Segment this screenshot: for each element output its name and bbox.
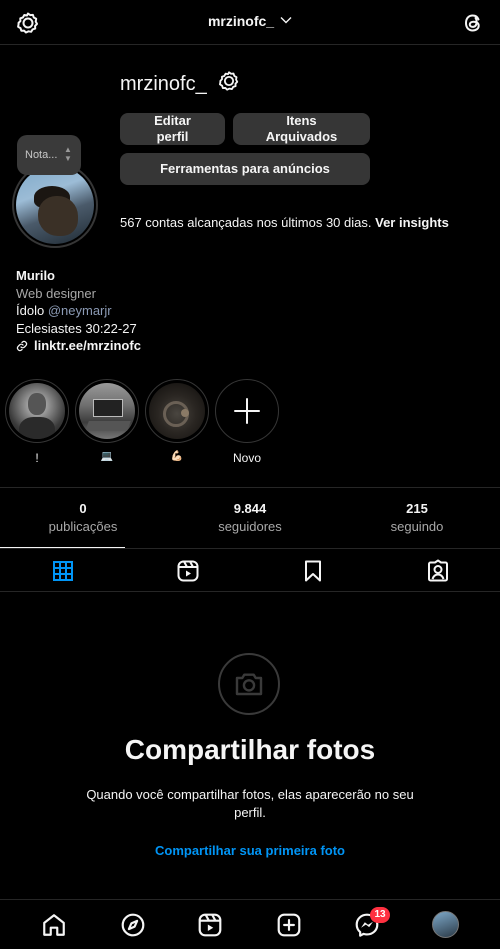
highlight-2-label: 💻 — [100, 451, 114, 462]
profile-username: mrzinofc_ — [120, 73, 207, 95]
edit-profile-label-1: Editar — [154, 113, 191, 128]
camera-icon — [235, 673, 263, 696]
bio-link[interactable]: linktr.ee/mrzinofc — [16, 337, 141, 355]
bio-link-text: linktr.ee/mrzinofc — [34, 338, 141, 353]
new-highlight[interactable]: Novo — [215, 379, 279, 465]
explore-icon[interactable] — [120, 912, 146, 938]
followers-count: 9.844 — [233, 501, 267, 516]
share-first-photo-link[interactable]: Compartilhar sua primeira foto — [0, 843, 500, 858]
edit-profile-label-2: perfil — [156, 129, 189, 144]
highlight-3[interactable]: 💪🏻 — [145, 379, 209, 465]
bottom-nav — [0, 899, 500, 949]
ad-tools-button[interactable]: Ferramentas para anúncios — [120, 153, 370, 185]
tagged-icon[interactable] — [426, 559, 450, 583]
profile-stats: 0 publicações 9.844 seguidores 215 segui… — [0, 487, 500, 548]
followers-stat[interactable]: 9.844 seguidores — [167, 500, 333, 536]
avatar-image — [16, 166, 94, 244]
empty-state-title: Compartilhar fotos — [124, 734, 376, 765]
highlight-3-image — [149, 383, 205, 439]
home-icon[interactable] — [41, 912, 67, 938]
archived-items-button[interactable]: Itens Arquivados — [233, 113, 370, 145]
ad-tools-label: Ferramentas para anúncios — [160, 161, 330, 176]
top-bar: mrzinofc_ — [0, 0, 500, 45]
followers-label: seguidores — [218, 519, 282, 534]
messages-badge: 13 — [370, 907, 390, 923]
highlight-2[interactable]: 💻 — [75, 379, 139, 465]
saved-icon[interactable] — [301, 559, 325, 583]
empty-state-subtitle: Quando você compartilhar fotos, elas apa… — [60, 786, 440, 822]
threads-icon[interactable] — [461, 11, 485, 35]
top-username: mrzinofc_ — [207, 13, 275, 29]
posts-count: 0 — [79, 501, 87, 516]
following-count: 215 — [406, 501, 428, 516]
camera-circle — [218, 653, 280, 715]
highlight-1-label: ! — [35, 451, 39, 465]
reels-nav-icon[interactable] — [197, 912, 223, 938]
posts-label: publicações — [48, 519, 118, 534]
bio-verse: Eclesiastes 30:22-27 — [16, 320, 137, 336]
following-label: seguindo — [390, 519, 444, 534]
highlight-1-image — [9, 383, 65, 439]
highlight-1[interactable]: ! — [5, 379, 69, 465]
highlight-2-image — [79, 383, 135, 439]
display-name: Murilo — [16, 268, 55, 283]
posts-stat[interactable]: 0 publicações — [0, 500, 166, 536]
note-stepper-icon: ▲ ▼ — [64, 145, 72, 163]
reels-icon[interactable] — [176, 559, 200, 583]
reach-summary: 567 contas alcançadas nos últimos 30 dia… — [120, 215, 449, 230]
settings-gear-icon[interactable] — [218, 70, 240, 92]
plus-icon — [234, 398, 260, 424]
category-label: Web designer — [16, 285, 96, 301]
archive-label-2: Arquivados — [265, 129, 338, 144]
archive-label-1: Itens — [286, 113, 317, 128]
link-icon — [16, 340, 28, 352]
following-stat[interactable]: 215 seguindo — [334, 500, 500, 536]
grid-icon[interactable] — [51, 559, 75, 583]
empty-subtitle-line-1: Quando você compartilhar fotos, elas apa… — [86, 787, 414, 802]
new-highlight-label: Novo — [232, 451, 261, 465]
mention-link[interactable]: @neymarjr — [48, 303, 112, 318]
profile-nav-avatar[interactable] — [432, 911, 459, 938]
highlight-3-label: 💪🏻 — [170, 451, 184, 462]
idol-prefix: Ídolo — [16, 303, 45, 318]
create-post-icon[interactable] — [276, 912, 302, 938]
edit-profile-button[interactable]: Editar perfil — [120, 113, 225, 145]
chevron-down-icon — [280, 17, 292, 24]
bio: Murilo Web designer Ídolo @neymarjr Ecle… — [16, 267, 141, 355]
view-insights-link[interactable]: Ver insights — [375, 215, 449, 230]
empty-subtitle-line-2: perfil. — [234, 805, 266, 820]
account-switcher[interactable]: mrzinofc_ — [0, 13, 500, 29]
note-placeholder: Nota... — [25, 149, 58, 161]
note-bubble[interactable]: Nota... ▲ ▼ — [17, 135, 81, 175]
content-tabs — [0, 548, 500, 592]
bio-idol-line: Ídolo @neymarjr — [16, 302, 141, 320]
reach-text: 567 contas alcançadas nos últimos 30 dia… — [120, 215, 372, 230]
